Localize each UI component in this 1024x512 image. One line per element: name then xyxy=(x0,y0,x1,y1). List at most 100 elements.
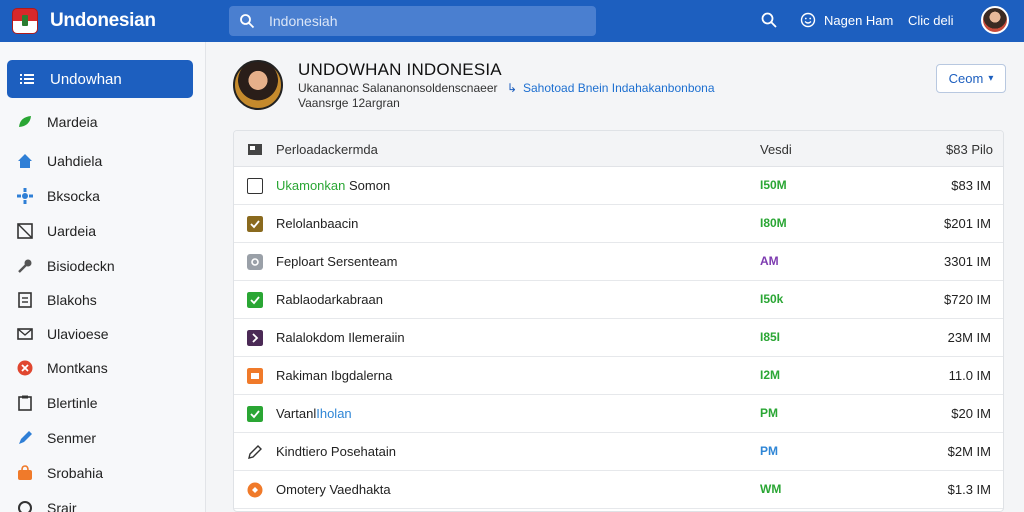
sidebar-item-label: Srair xyxy=(47,500,77,512)
row-name: VartanlIholan xyxy=(276,406,352,421)
sidebar: Undowhan Mardeia Uahdiela Bksocka Uardei… xyxy=(0,42,206,512)
row-size: $83 IM xyxy=(951,178,991,193)
check-square-icon[interactable] xyxy=(247,292,263,308)
sidebar-item[interactable]: Ulavioese xyxy=(16,323,108,345)
profile-title: UNDOWHAN INDONESIA xyxy=(298,60,502,79)
row-size: 11.0 IM xyxy=(948,368,991,383)
zoom-button-label: Ceom xyxy=(948,71,984,86)
sidebar-item[interactable]: Srair xyxy=(16,497,77,512)
sidebar-item[interactable]: Blertinle xyxy=(16,392,98,414)
sidebar-item[interactable]: Uardeia xyxy=(16,220,96,242)
row-name: Rakiman Ibgdalerna xyxy=(276,368,393,383)
smile-icon[interactable] xyxy=(800,12,816,28)
row-size: $1.3 IM xyxy=(947,482,991,497)
row-name: Rablaodarkabraan xyxy=(276,292,383,307)
row-value: AM xyxy=(760,254,779,268)
wrench-icon xyxy=(18,259,32,273)
sidebar-item-label: Mardeia xyxy=(47,114,98,130)
row-value: I80M xyxy=(760,216,787,230)
row-value: I85I xyxy=(760,330,781,344)
link-arrow-icon: ↳ xyxy=(507,81,518,95)
user-avatar[interactable] xyxy=(981,6,1009,34)
search-placeholder: Indonesiah xyxy=(269,13,338,29)
sidebar-item[interactable]: Srobahia xyxy=(16,462,103,484)
chevron-down-icon: ▾ xyxy=(988,73,994,84)
sidebar-item[interactable]: Blakohs xyxy=(16,289,97,311)
column-header-value[interactable]: Vesdi xyxy=(760,142,792,157)
chevron-square-icon[interactable] xyxy=(247,330,263,346)
zoom-dropdown-button[interactable]: Ceom ▾ xyxy=(936,64,1006,93)
document-icon xyxy=(18,292,32,308)
close-circle-icon xyxy=(17,360,33,376)
table-row[interactable]: Rakiman Ibgdalerna I2M 11.0 IM xyxy=(234,357,1003,395)
row-size: 3301 IM xyxy=(944,254,991,269)
checkbox-icon[interactable] xyxy=(247,178,263,194)
table-row[interactable]: Feploart Sersenteam AM 3301 IM xyxy=(234,243,1003,281)
sidebar-item-label: Montkans xyxy=(47,360,108,376)
row-value: I50k xyxy=(760,292,784,306)
mail-icon xyxy=(17,328,33,340)
row-value: I50M xyxy=(760,178,787,192)
row-name: Omotery Vaedhakta xyxy=(276,482,391,497)
sidebar-item-label: Uardeia xyxy=(47,223,97,239)
list-icon xyxy=(20,74,34,84)
row-value: I2M xyxy=(760,368,781,382)
row-value: WM xyxy=(760,482,782,496)
folder-icon xyxy=(248,144,262,155)
table-row[interactable]: Kindtiero Posehatain PM $2M IM xyxy=(234,433,1003,471)
sidebar-item-label: Blakohs xyxy=(47,292,97,308)
row-name: Ralalokdom Ilemeraiin xyxy=(276,330,405,345)
sidebar-item[interactable]: Uahdiela xyxy=(16,150,102,172)
row-name: Ukamonkan Somon xyxy=(276,178,391,193)
language-link[interactable]: Clic deli xyxy=(908,13,954,28)
image-square-icon[interactable] xyxy=(247,368,263,384)
column-header-name[interactable]: Perloadackermda xyxy=(276,142,378,157)
clipboard-icon xyxy=(18,395,32,411)
circle-icon xyxy=(18,501,32,512)
pencil-icon[interactable] xyxy=(247,444,263,460)
sidebar-item-label: Srobahia xyxy=(47,465,104,481)
table-row[interactable]: Relolanbaacin I80M $201 IM xyxy=(234,205,1003,243)
sidebar-item[interactable]: Montkans xyxy=(16,357,108,379)
top-bar: Undonesian Indonesiah Nagen Ham Clic del… xyxy=(0,0,1024,42)
sidebar-item-label: Undowhan xyxy=(50,70,122,88)
table-row[interactable]: Omotery Vaedhakta WM $1.3 IM xyxy=(234,471,1003,509)
sidebar-item-active[interactable]: Undowhan xyxy=(7,60,193,98)
settings-square-icon[interactable] xyxy=(247,254,263,270)
column-header-size[interactable]: $83 Pilo xyxy=(946,142,993,157)
user-name-link[interactable]: Nagen Ham xyxy=(824,13,893,28)
bag-icon xyxy=(18,465,32,480)
sidebar-item[interactable]: Senmer xyxy=(16,427,96,449)
sidebar-item-label: Bksocka xyxy=(47,188,100,204)
box-icon xyxy=(17,223,33,239)
apps-icon xyxy=(17,188,33,204)
row-size: 23M IM xyxy=(947,330,991,345)
row-size: $2M IM xyxy=(947,444,991,459)
table-row[interactable]: Ralalokdom Ilemeraiin I85I 23M IM xyxy=(234,319,1003,357)
table-row[interactable]: VartanlIholan PM $20 IM xyxy=(234,395,1003,433)
check-square-icon[interactable] xyxy=(247,406,263,422)
table-row[interactable]: Ukamonkan Somon I50M $83 IM xyxy=(234,167,1003,205)
search-icon[interactable] xyxy=(760,11,778,29)
check-square-icon[interactable] xyxy=(247,216,263,232)
flag-logo-icon xyxy=(12,8,38,34)
sidebar-item-label: Uahdiela xyxy=(47,153,103,169)
sidebar-item[interactable]: Bisiodeckn xyxy=(16,255,115,277)
brand[interactable]: Undonesian xyxy=(0,8,206,34)
sidebar-item[interactable]: Mardeia xyxy=(16,111,98,133)
home-icon xyxy=(18,154,32,168)
orange-circle-icon[interactable] xyxy=(247,482,263,498)
profile-subtitle: Ukanannac Salananonsoldenscnaeer xyxy=(298,81,498,95)
profile-meta: Vaansrge 12argran xyxy=(298,96,400,110)
row-size: $720 IM xyxy=(944,292,991,307)
row-value: PM xyxy=(760,406,778,420)
profile-avatar xyxy=(233,60,283,110)
table-header: Perloadackermda Vesdi $83 Pilo xyxy=(234,131,1003,167)
sidebar-item[interactable]: Bksocka xyxy=(16,185,100,207)
profile-link[interactable]: Sahotoad Bnein Indahakanbonbona xyxy=(523,81,715,95)
search-input[interactable]: Indonesiah xyxy=(229,6,596,36)
row-name: Kindtiero Posehatain xyxy=(276,444,396,459)
table-row[interactable]: Rablaodarkabraan I50k $720 IM xyxy=(234,281,1003,319)
sidebar-item-label: Ulavioese xyxy=(47,326,109,342)
leaf-icon xyxy=(19,116,31,127)
